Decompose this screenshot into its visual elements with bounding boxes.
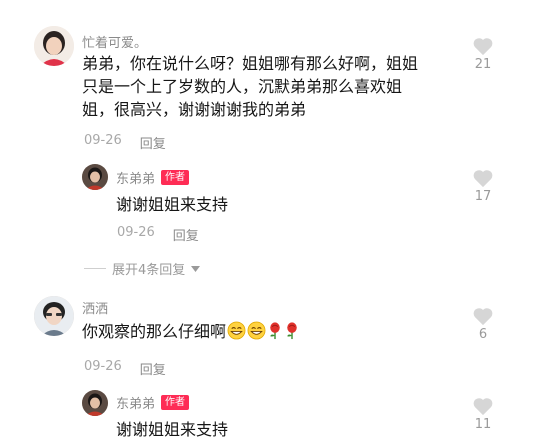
comment-text: 你观察的那么仔细啊 — [82, 320, 300, 343]
author-badge: 作者 — [161, 395, 190, 410]
username[interactable]: 东弟弟 — [116, 393, 155, 412]
expand-replies-button[interactable]: 展开4条回复 — [84, 259, 201, 278]
rose-emoji-icon — [287, 322, 297, 340]
reply-header: 东弟弟 作者 — [116, 393, 190, 412]
reply-button[interactable]: 回复 — [140, 133, 166, 152]
comment-meta: 09-26 回复 — [84, 359, 166, 378]
reply-date: 09-26 — [117, 225, 155, 240]
avatar[interactable] — [34, 26, 74, 66]
like-count: 17 — [474, 189, 492, 204]
caret-down-icon — [191, 265, 201, 272]
expand-replies-label: 展开4条回复 — [112, 263, 186, 278]
like-count: 11 — [474, 417, 492, 432]
username[interactable]: 洒洒 — [82, 298, 108, 317]
reply-meta: 09-26 回复 — [117, 225, 199, 244]
reply-text: 谢谢姐姐来支持 — [116, 195, 229, 214]
like-button[interactable]: 21 — [466, 36, 500, 72]
like-count: 21 — [474, 57, 492, 72]
heart-icon — [473, 38, 493, 56]
grin-emoji-icon — [227, 321, 246, 340]
heart-icon — [473, 170, 493, 188]
divider — [84, 268, 106, 269]
like-count: 6 — [478, 327, 488, 342]
author-badge: 作者 — [161, 170, 190, 185]
comment-text-line: 姐，很高兴，谢谢谢谢我的弟弟 — [82, 100, 307, 119]
avatar[interactable] — [34, 296, 74, 336]
heart-icon — [473, 308, 493, 326]
avatar[interactable] — [82, 164, 108, 190]
comment-text: 弟弟，你在说什么呀？姐姐哪有那么好啊，姐姐 只是一个上了岁数的人，沉默弟弟那么喜… — [82, 52, 462, 121]
avatar[interactable] — [82, 390, 108, 416]
username[interactable]: 忙着可爱。 — [82, 32, 147, 51]
grin-emoji-icon — [247, 321, 266, 340]
comment-date: 09-26 — [84, 359, 122, 374]
reply-button[interactable]: 回复 — [140, 359, 166, 378]
comment-text-content: 你观察的那么仔细啊 — [82, 322, 227, 341]
reply-header: 东弟弟 作者 — [116, 168, 190, 187]
rose-emoji-icon — [270, 322, 280, 340]
like-button[interactable]: 6 — [466, 306, 500, 342]
like-button[interactable]: 11 — [466, 396, 500, 432]
heart-icon — [473, 398, 493, 416]
comment-text-line: 弟弟，你在说什么呀？姐姐哪有那么好啊，姐姐 — [82, 54, 419, 73]
comment-meta: 09-26 回复 — [84, 133, 166, 152]
like-button[interactable]: 17 — [466, 168, 500, 204]
comment-date: 09-26 — [84, 133, 122, 148]
reply-button[interactable]: 回复 — [173, 225, 199, 244]
username[interactable]: 东弟弟 — [116, 168, 155, 187]
comment-text-line: 只是一个上了岁数的人，沉默弟弟那么喜欢姐 — [82, 77, 403, 96]
